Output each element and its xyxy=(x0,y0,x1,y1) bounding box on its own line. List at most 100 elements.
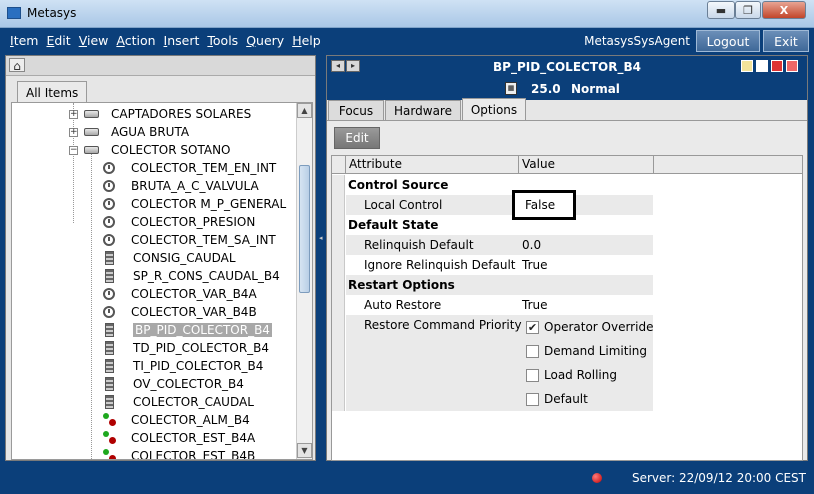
priority-option-load-rolling[interactable]: Load Rolling xyxy=(526,365,617,385)
column-header-attribute[interactable]: Attribute xyxy=(346,156,519,173)
object-title: BP_PID_COLECTOR_B4 xyxy=(493,60,641,74)
tree-item[interactable]: COLECTOR_TEM_SA_INT xyxy=(103,231,276,249)
attribute-row[interactable]: Restore Command Priority ✔ Operator Over… xyxy=(332,315,802,411)
navigation-panel: ⌂ All Items + CAPTADORES SOLARES + AGUA … xyxy=(5,55,316,461)
tree-item[interactable]: COLECTOR_EST_B4B xyxy=(103,447,255,459)
scroll-thumb[interactable] xyxy=(299,165,310,293)
tree-item-colector-sotano[interactable]: − COLECTOR SOTANO xyxy=(69,141,231,159)
checkbox-label: Demand Limiting xyxy=(544,344,648,358)
tree-item[interactable]: COLECTOR M_P_GENERAL xyxy=(103,195,286,213)
checkbox-unchecked-icon[interactable] xyxy=(526,344,539,358)
present-value: 25.0 xyxy=(531,82,561,96)
tree-item-captadores-solares[interactable]: + CAPTADORES SOLARES xyxy=(69,105,251,123)
tree-item[interactable]: OV_COLECTOR_B4 xyxy=(105,375,244,393)
tree-item[interactable]: COLECTOR_TEM_EN_INT xyxy=(103,159,276,177)
checkbox-unchecked-icon[interactable] xyxy=(526,392,539,406)
attribute-row[interactable]: Auto Restore True xyxy=(332,295,802,315)
checkbox-unchecked-icon[interactable] xyxy=(526,368,539,382)
tree-item[interactable]: BRUTA_A_C_VALVULA xyxy=(103,177,259,195)
panel-splitter[interactable]: ◂ xyxy=(317,54,325,464)
minimize-button[interactable]: ▬ xyxy=(707,1,735,19)
edit-button[interactable]: Edit xyxy=(334,127,380,149)
priority-option-demand-limiting[interactable]: Demand Limiting xyxy=(526,341,647,361)
navigation-tree: + CAPTADORES SOLARES + AGUA BRUTA − COLE… xyxy=(11,102,313,460)
tree-item-label: BP_PID_COLECTOR_B4 xyxy=(133,323,272,337)
analog-value-icon xyxy=(105,323,114,337)
column-header-value[interactable]: Value xyxy=(519,156,654,173)
close-window-button[interactable]: X xyxy=(762,1,806,19)
maximize-button[interactable]: ❐ xyxy=(735,1,761,19)
exit-button[interactable]: Exit xyxy=(763,30,809,52)
splitter-grip-icon[interactable]: ◂ xyxy=(319,234,323,242)
tree-item[interactable]: CONSIG_CAUDAL xyxy=(105,249,236,267)
tree-scrollbar[interactable]: ▲ ▼ xyxy=(296,103,312,459)
analog-input-icon xyxy=(103,216,115,228)
tab-hardware[interactable]: Hardware xyxy=(385,100,461,120)
home-icon[interactable]: ⌂ xyxy=(9,58,25,73)
tree-item[interactable]: TD_PID_COLECTOR_B4 xyxy=(105,339,269,357)
grid-header-gutter xyxy=(332,156,346,173)
attribute-value: True xyxy=(522,258,548,272)
section-title: Restart Options xyxy=(348,278,455,292)
grid-header: Attribute Value xyxy=(332,156,802,174)
tab-options[interactable]: Options xyxy=(462,98,526,120)
attribute-row[interactable]: Relinquish Default 0.0 xyxy=(332,235,802,255)
tree-item-selected[interactable]: BP_PID_COLECTOR_B4 xyxy=(105,321,272,339)
scroll-up-arrow-icon[interactable]: ▲ xyxy=(297,103,312,118)
tree-item[interactable]: COLECTOR_EST_B4A xyxy=(103,429,255,447)
status-dots-icon xyxy=(103,449,117,459)
collapse-icon[interactable]: − xyxy=(69,145,78,155)
tree-item-label: COLECTOR_EST_B4A xyxy=(131,431,256,445)
tab-all-items[interactable]: All Items xyxy=(17,81,88,103)
menu-item-tools[interactable]: Tools xyxy=(207,33,238,48)
lock-icon[interactable] xyxy=(741,60,753,72)
section-title: Control Source xyxy=(348,178,449,192)
checkbox-label: Operator Override xyxy=(544,320,654,334)
detail-panel: ◂ ▸ BP_PID_COLECTOR_B4 ▦ 25.0 Normal Foc… xyxy=(326,55,808,461)
menu-item-insert[interactable]: Insert xyxy=(164,33,200,48)
expand-icon[interactable]: + xyxy=(69,127,78,137)
scroll-down-arrow-icon[interactable]: ▼ xyxy=(297,443,312,458)
row-gutter xyxy=(332,215,345,235)
menu-item-item[interactable]: Item xyxy=(10,33,38,48)
expand-icon[interactable]: + xyxy=(69,109,78,119)
menu-item-help[interactable]: Help xyxy=(292,33,321,48)
menu-item-view[interactable]: View xyxy=(79,33,109,48)
priority-option-default[interactable]: Default xyxy=(526,389,588,409)
detach-panel-icon[interactable] xyxy=(786,60,798,72)
analog-input-icon xyxy=(103,180,115,192)
tree-item[interactable]: COLECTOR_VAR_B4B xyxy=(103,303,257,321)
row-gutter xyxy=(332,195,345,215)
tree-item[interactable]: SP_R_CONS_CAUDAL_B4 xyxy=(105,267,280,285)
priority-option-operator-override[interactable]: ✔ Operator Override xyxy=(526,317,653,337)
menu-item-action[interactable]: Action xyxy=(116,33,155,48)
close-panel-icon[interactable] xyxy=(771,60,783,72)
folder-icon xyxy=(84,146,99,154)
section-row: Default State xyxy=(332,215,802,235)
restore-panel-icon[interactable] xyxy=(756,60,768,72)
row-gutter xyxy=(332,295,345,315)
menu-item-edit[interactable]: Edit xyxy=(46,33,70,48)
logout-button[interactable]: Logout xyxy=(696,30,760,52)
tree-item-agua-bruta[interactable]: + AGUA BRUTA xyxy=(69,123,189,141)
analog-value-icon xyxy=(105,395,114,409)
checkbox-checked-icon[interactable]: ✔ xyxy=(526,320,539,334)
row-gutter xyxy=(332,255,345,275)
tree-item[interactable]: COLECTOR_PRESION xyxy=(103,213,255,231)
menu-item-query[interactable]: Query xyxy=(246,33,284,48)
tree-item[interactable]: TI_PID_COLECTOR_B4 xyxy=(105,357,263,375)
row-gutter xyxy=(332,235,345,255)
tree-item[interactable]: COLECTOR_CAUDAL xyxy=(105,393,254,411)
alarm-indicator-icon[interactable] xyxy=(592,473,602,483)
tree-item[interactable]: COLECTOR_ALM_B4 xyxy=(103,411,250,429)
tree-item[interactable]: COLECTOR_VAR_B4A xyxy=(103,285,257,303)
analog-input-icon xyxy=(103,234,115,246)
attribute-row[interactable]: Ignore Relinquish Default True xyxy=(332,255,802,275)
agent-name: MetasysSysAgent xyxy=(584,34,690,48)
menu-items: Item Edit View Action Insert Tools Query… xyxy=(10,33,321,48)
menu-bar: Item Edit View Action Insert Tools Query… xyxy=(0,28,814,54)
window-titlebar: Metasys ▬ ❐ X xyxy=(0,0,814,28)
metasys-app-icon xyxy=(7,7,21,19)
attribute-row[interactable]: Local Control False xyxy=(332,190,802,220)
tab-focus[interactable]: Focus xyxy=(328,100,384,120)
